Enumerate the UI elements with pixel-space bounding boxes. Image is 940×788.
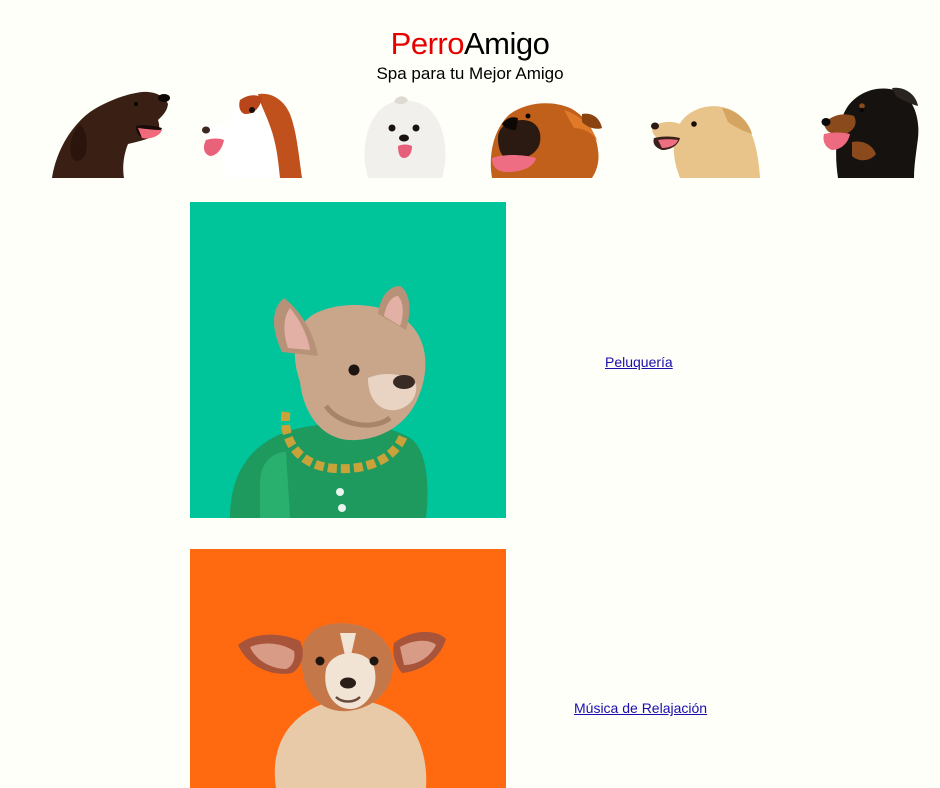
brand-part-amigo: Amigo xyxy=(463,26,550,61)
golden-retriever-icon xyxy=(650,98,762,178)
brand-part-perro: Perro xyxy=(390,26,465,61)
dog-banner xyxy=(0,80,940,178)
maltese-icon xyxy=(360,92,450,178)
brand-title: PerroAmigo xyxy=(0,26,940,62)
boxer-icon xyxy=(488,98,602,178)
chocolate-labrador-icon xyxy=(50,82,178,178)
service-link-musica-relajacion[interactable]: Música de Relajación xyxy=(574,700,707,716)
french-bulldog-photo xyxy=(190,202,506,518)
rottweiler-icon xyxy=(818,82,920,178)
springer-spaniel-icon xyxy=(200,86,305,178)
corgi-photo xyxy=(190,549,506,788)
service-link-peluqueria[interactable]: Peluquería xyxy=(605,354,673,370)
page: PerroAmigo Spa para tu Mejor Amigo Peluq… xyxy=(0,0,940,788)
